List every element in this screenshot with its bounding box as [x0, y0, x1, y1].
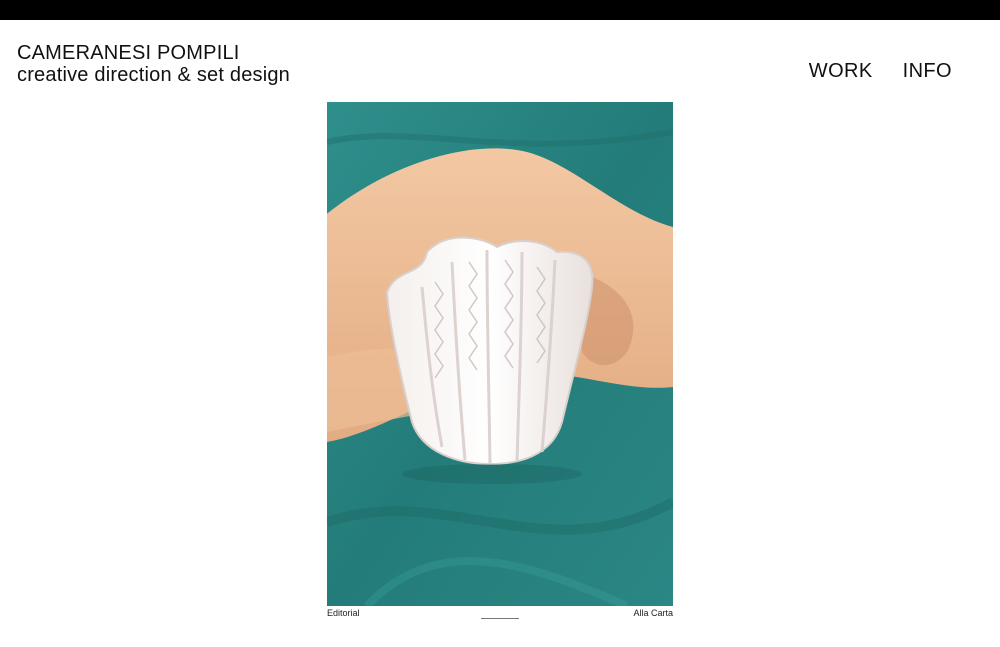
main-nav: WORK INFO [809, 60, 952, 83]
caption-category: Editorial [327, 608, 360, 618]
top-bar [0, 0, 1000, 20]
caption-project-title[interactable]: Alla Carta [633, 608, 673, 618]
caption-divider [481, 618, 519, 619]
site-header: CAMERANESI POMPILI creative direction & … [17, 42, 290, 86]
photo-artwork [327, 102, 673, 606]
site-tagline: creative direction & set design [17, 64, 291, 86]
nav-info-link[interactable]: INFO [903, 60, 952, 83]
nav-work-link[interactable]: WORK [809, 60, 873, 83]
gallery-photo[interactable] [327, 102, 673, 606]
photo-caption: Editorial Alla Carta [327, 608, 673, 624]
site-name[interactable]: CAMERANESI POMPILI [17, 42, 290, 64]
